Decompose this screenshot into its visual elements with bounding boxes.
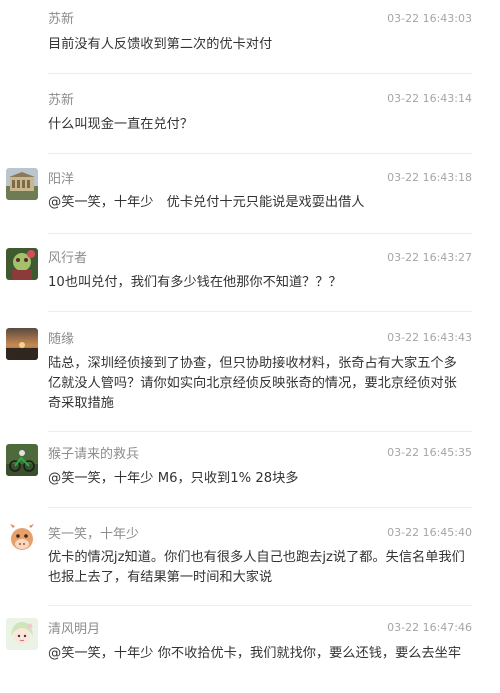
comment-author[interactable]: 清风明月: [48, 621, 100, 639]
divider: [48, 311, 472, 312]
divider: [48, 73, 472, 74]
comment-feed: 苏新 03-22 16:43:03 目前没有人反馈收到第二次的优卡对付 苏新 0…: [0, 0, 500, 693]
comment-text: 优卡的情况jz知道。你们也有很多人自己也跑去jz说了都。失信名单我们也报上去了，…: [48, 550, 465, 585]
comment-author[interactable]: 苏新: [48, 11, 74, 29]
comment-text: @笑一笑，十年少 优卡兑付十元只能说是戏耍出借人: [48, 195, 365, 210]
divider: [48, 507, 472, 508]
comment-author[interactable]: 苏新: [48, 92, 74, 110]
comment-timestamp: 03-22 16:43:43: [387, 331, 472, 344]
comment-text: @笑一笑，十年少 你不收拾优卡，我们就找你，要么还钱，要么去坐牢: [48, 646, 462, 661]
divider: [48, 431, 472, 432]
comment-text: 什么叫现金一直在兑付？: [48, 117, 194, 132]
comment-author[interactable]: 风行者: [48, 250, 87, 268]
comment-timestamp: 03-22 16:43:18: [387, 171, 472, 184]
divider: [48, 605, 472, 606]
bicycle-avatar-icon[interactable]: [6, 444, 38, 476]
comment-text: 目前没有人反馈收到第二次的优卡对付: [48, 37, 273, 52]
comment-timestamp: 03-22 16:45:40: [387, 526, 472, 539]
comment-text: 10也叫兑付，我们有多少钱在他那你不知道？？？: [48, 275, 342, 290]
cartoon-cow-avatar-icon[interactable]: [6, 522, 38, 554]
comment-timestamp: 03-22 16:45:35: [387, 446, 472, 459]
comment-timestamp: 03-22 16:47:46: [387, 621, 472, 634]
divider: [48, 233, 472, 234]
comment-author[interactable]: 笑一笑，十年少: [48, 526, 139, 544]
comment-author[interactable]: 猴子请来的救兵: [48, 446, 139, 464]
sunset-avatar-icon[interactable]: [6, 328, 38, 360]
character-avatar-icon[interactable]: [6, 248, 38, 280]
comment-author[interactable]: 阳洋: [48, 171, 74, 189]
cartoon-girl-avatar-icon[interactable]: [6, 618, 38, 650]
comment-text: @笑一笑，十年少 M6，只收到1% 28块多: [48, 471, 299, 486]
comment-timestamp: 03-22 16:43:03: [387, 12, 472, 25]
comment-author[interactable]: 随缘: [48, 331, 74, 349]
comment-text: 陆总，深圳经侦接到了协查，但只协助接收材料，张奇占有大家五个多亿就没人管吗？请你…: [48, 356, 457, 411]
divider: [48, 153, 472, 154]
comment-timestamp: 03-22 16:43:14: [387, 92, 472, 105]
comment-timestamp: 03-22 16:43:27: [387, 251, 472, 264]
building-avatar-icon[interactable]: [6, 168, 38, 200]
